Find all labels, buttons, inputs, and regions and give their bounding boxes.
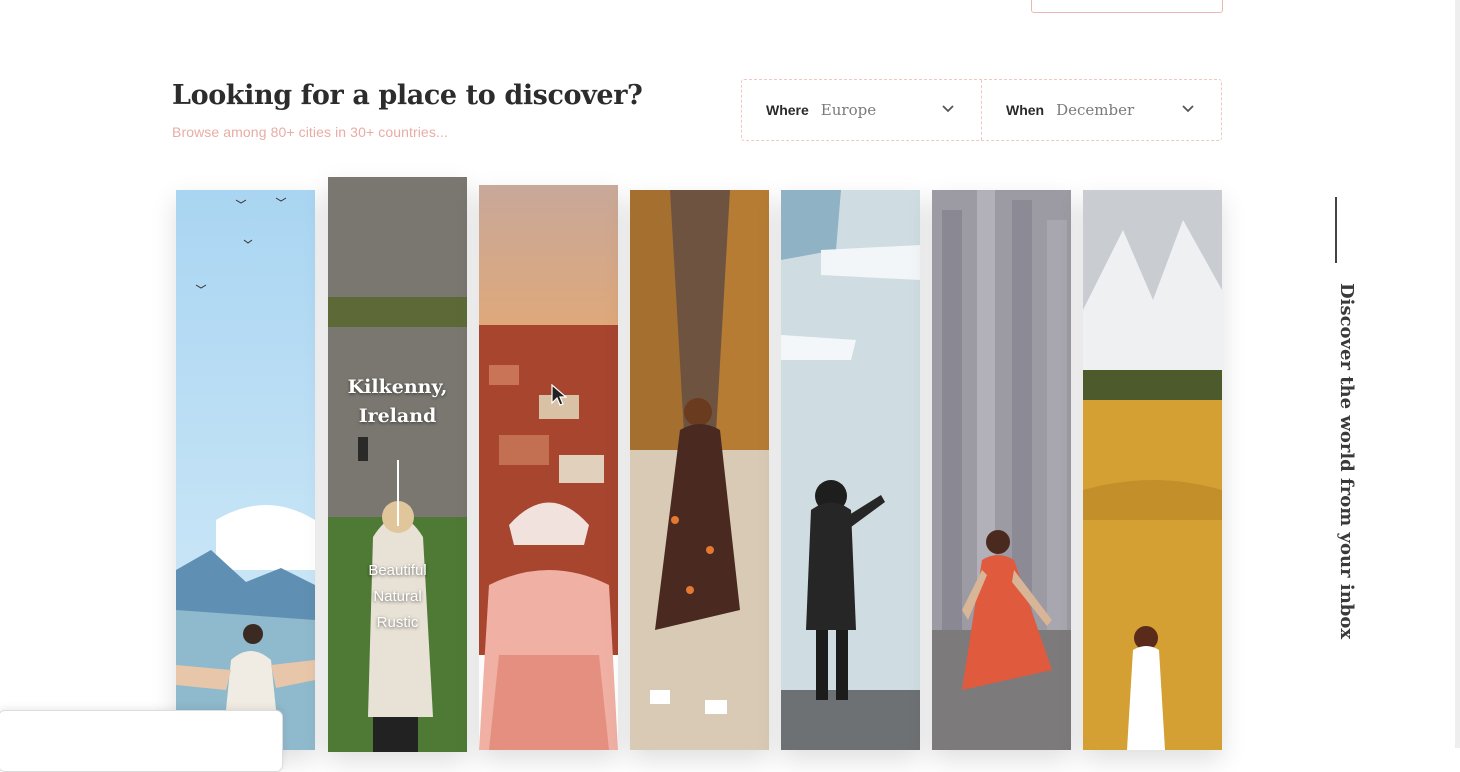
page-title: Looking for a place to discover?: [172, 80, 643, 111]
when-filter[interactable]: When December: [981, 80, 1221, 140]
destination-card-city[interactable]: [479, 185, 618, 750]
destination-card-coast[interactable]: [176, 190, 315, 750]
card-photo: [781, 190, 920, 750]
where-label: Where: [766, 102, 809, 118]
where-filter[interactable]: Where Europe: [742, 80, 981, 140]
destination-card-cathedral[interactable]: [932, 190, 1071, 750]
where-value: Europe: [820, 101, 877, 119]
newsletter-vertical-text[interactable]: Discover the world from your inbox: [1336, 283, 1357, 639]
card-tag-3: Rustic: [376, 614, 419, 631]
card-photo: [1083, 190, 1222, 750]
chevron-down-icon[interactable]: [941, 102, 955, 116]
when-value: December: [1056, 101, 1135, 119]
card-tag-2: Natural: [373, 588, 422, 605]
search-filters: Where Europe When December: [741, 79, 1222, 141]
destination-card-kilkenny[interactable]: Kilkenny, Ireland Beautiful Natural Rust…: [328, 177, 467, 752]
destination-card-meadow[interactable]: [1083, 190, 1222, 750]
page-subtitle: Browse among 80+ cities in 30+ countries…: [172, 124, 448, 140]
card-photo: [479, 185, 618, 750]
window-edge: [1455, 0, 1460, 748]
card-tag-1: Beautiful: [368, 562, 427, 579]
bottom-overlay-panel: [0, 710, 283, 772]
when-label: When: [1006, 102, 1045, 118]
side-divider: [1335, 197, 1337, 263]
card-photo: [932, 190, 1071, 750]
mouse-cursor-icon: [551, 384, 567, 406]
card-photo: [630, 190, 769, 750]
destination-card-glacier[interactable]: [781, 190, 920, 750]
chevron-down-icon[interactable]: [1181, 102, 1195, 116]
card-divider: [397, 460, 399, 526]
card-photo: [176, 190, 315, 750]
top-outline-button[interactable]: [1031, 0, 1223, 13]
destination-card-autumn[interactable]: [630, 190, 769, 750]
card-title-line2: Ireland: [358, 405, 437, 427]
card-title-line1: Kilkenny,: [347, 376, 448, 398]
